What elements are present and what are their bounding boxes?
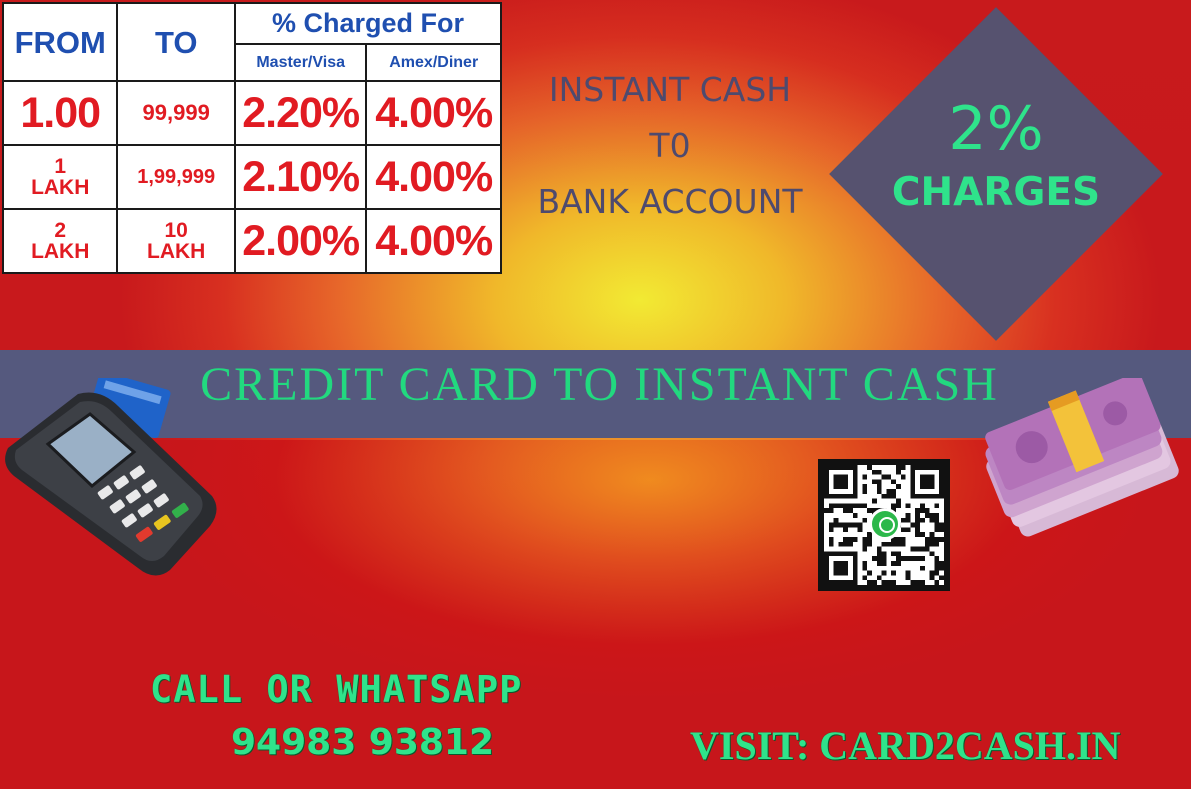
cell-from-number: 1 <box>54 155 67 179</box>
website-link[interactable]: VISIT: CARD2CASH.IN <box>690 722 1120 769</box>
call-label: CALL OR WHATSAPP <box>150 668 523 711</box>
whatsapp-icon <box>869 508 901 540</box>
cell-from: 1.00 <box>1 80 119 147</box>
cell-to: 10 LAKH <box>116 208 236 274</box>
cell-to: 99,999 <box>116 80 236 147</box>
headline-line3: BANK ACCOUNT <box>537 182 803 221</box>
cash-bundle-icon <box>985 378 1179 537</box>
phone-number[interactable]: 94983 93812 <box>231 722 494 763</box>
header-charged-for: % Charged For <box>233 1 503 46</box>
cell-amex-diner: 4.00% <box>365 208 502 274</box>
cell-master-visa: 2.00% <box>233 208 368 274</box>
cell-to: 1,99,999 <box>116 144 236 211</box>
headline: INSTANT CASH T0 BANK ACCOUNT <box>520 62 820 230</box>
header-to: TO <box>116 1 236 83</box>
badge-percent: 2% <box>948 94 1044 164</box>
table-row: 1 LAKH 1,99,999 2.10% 4.00% <box>1 144 502 211</box>
cell-amex-diner: 4.00% <box>365 144 502 211</box>
cell-from: 2 LAKH <box>1 208 119 274</box>
table-row: 1.00 99,999 2.20% 4.00% <box>1 80 502 147</box>
cell-from: 1 LAKH <box>1 144 119 211</box>
card-machine-icon <box>5 378 217 576</box>
headline-line1: INSTANT CASH <box>548 70 792 109</box>
charges-badge: 2% CHARGES <box>828 6 1164 342</box>
cell-to-unit: LAKH <box>147 240 206 264</box>
table-row: 2 LAKH 10 LAKH 2.00% 4.00% <box>1 208 502 274</box>
header-from: FROM <box>1 1 119 83</box>
cell-master-visa: 2.20% <box>233 80 368 147</box>
cell-to-number: 10 <box>164 219 188 243</box>
header-master-visa: Master/Visa <box>233 43 368 83</box>
cell-from-unit: LAKH <box>31 240 90 264</box>
badge-label: CHARGES <box>891 170 1101 215</box>
cell-from-unit: LAKH <box>31 176 90 200</box>
cell-from-number: 2 <box>54 219 67 243</box>
headline-line2: T0 <box>649 126 691 165</box>
cell-amex-diner: 4.00% <box>365 80 502 147</box>
header-amex-diner: Amex/Diner <box>365 43 502 83</box>
rate-table: FROM TO % Charged For Master/Visa Amex/D… <box>1 1 503 274</box>
cell-master-visa: 2.10% <box>233 144 368 211</box>
